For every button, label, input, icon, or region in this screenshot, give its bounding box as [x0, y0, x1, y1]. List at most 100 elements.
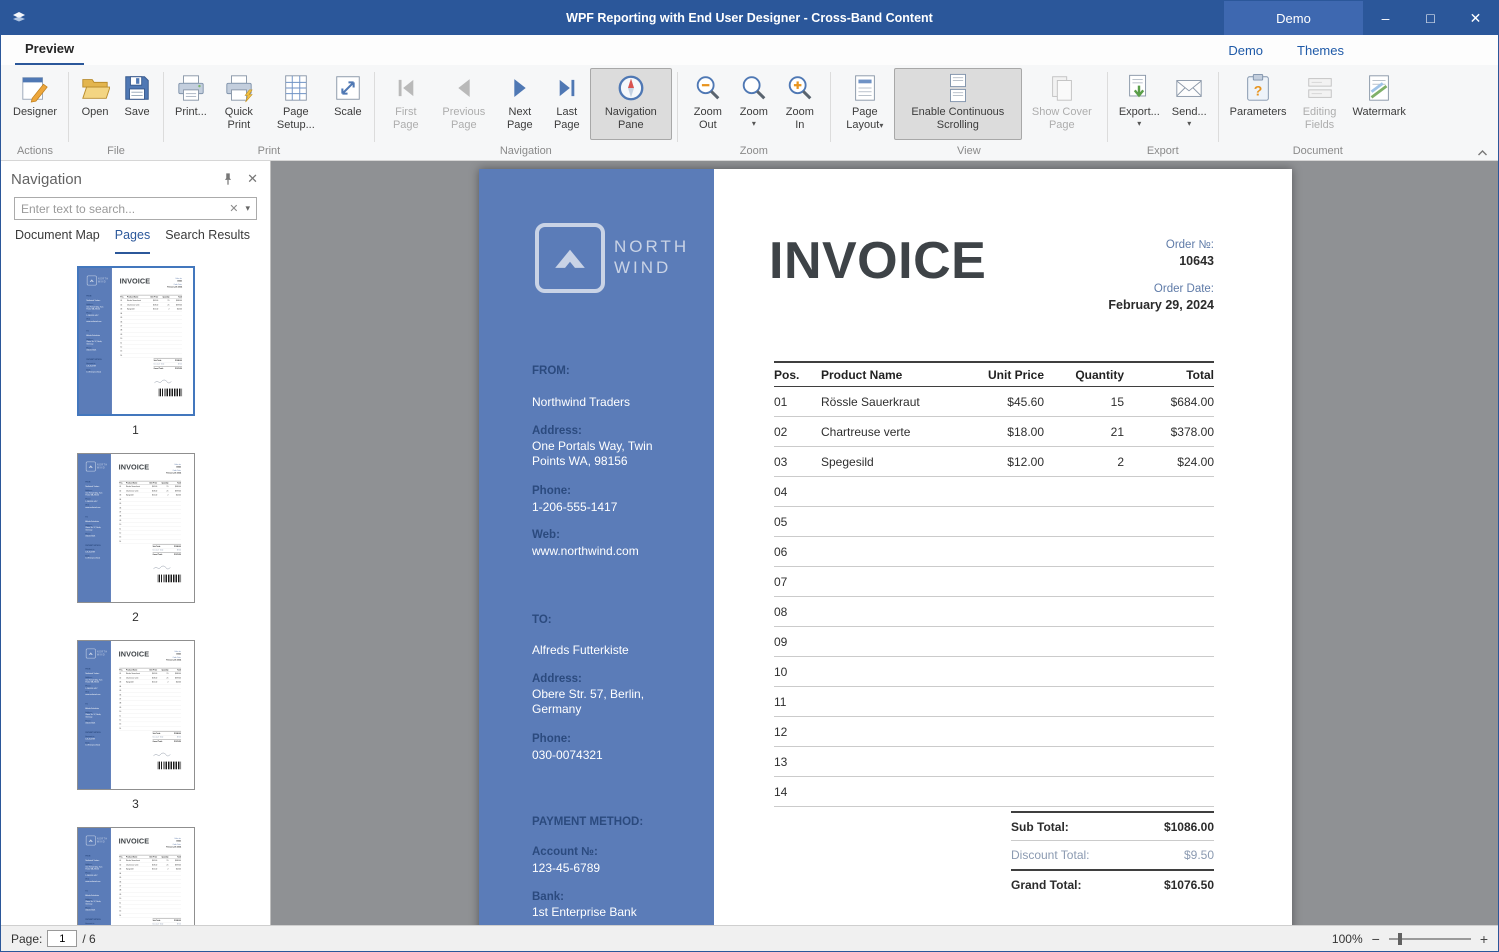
parameters-icon: ?: [1243, 72, 1273, 103]
cell-pos: 03: [118, 681, 121, 683]
close-panel-icon[interactable]: ✕: [247, 171, 258, 187]
page-thumbnail-2[interactable]: NORTH WIND FROM: Northwind Traders Addre…: [76, 453, 195, 603]
show-cover-page-button[interactable]: Show Cover Page: [1022, 68, 1102, 140]
page-setup-button[interactable]: Page Setup...: [265, 68, 327, 140]
order-date-value: February 29, 2024: [166, 286, 182, 289]
invoice-table: Pos. Product Name Unit Price Quantity To…: [118, 667, 181, 731]
quick-print-button[interactable]: Quick Print: [213, 68, 265, 140]
cell-pos: 05: [118, 502, 121, 505]
cell-product-name: Spegesild: [125, 681, 133, 683]
invoice-table-rows: 01 Rössle Sauerkraut $45.60 15 $684.00 0…: [118, 672, 181, 731]
collapse-ribbon-icon[interactable]: [1477, 149, 1488, 157]
link-themes[interactable]: Themes: [1297, 43, 1344, 58]
zoom-out-button[interactable]: Zoom Out: [683, 68, 733, 140]
invoice-totals: Sub Total: $1086.00 Discount Total: $9.5…: [152, 544, 181, 556]
title-bar: WPF Reporting with End User Designer - C…: [1, 1, 1498, 35]
ribbon-group-navigation: First Page Previous Page Next Page Last …: [378, 67, 674, 160]
invoice-sidebar: NORTH WIND FROM: Northwind Traders Addre…: [78, 268, 112, 414]
cell-pos: 11: [119, 341, 122, 344]
zoom-percent: 100%: [1331, 931, 1363, 946]
invoice-table-row: 13: [774, 747, 1214, 777]
cell-pos: 07: [119, 324, 122, 327]
pin-icon[interactable]: [221, 172, 235, 186]
first-page-button[interactable]: First Page: [380, 68, 432, 140]
cell-quantity: 21: [166, 489, 168, 492]
designer-button[interactable]: Designer: [7, 68, 63, 140]
tab-preview[interactable]: Preview: [15, 35, 85, 65]
order-info: Order №: 10643 Order Date: February 29, …: [167, 278, 182, 290]
header-pos: Pos.: [774, 367, 800, 382]
invoice-table-row: 04: [774, 477, 1214, 507]
zoom-dropdown-button[interactable]: Zoom ▾: [733, 68, 775, 140]
zoom-out-slider-button[interactable]: −: [1372, 932, 1380, 946]
cell-product-name: Chartreuse verte: [125, 863, 138, 866]
zoom-out-icon: [693, 72, 723, 103]
bank-name: 1st Enterprise Bank: [84, 557, 100, 560]
tab-pages[interactable]: Pages: [114, 228, 151, 254]
grand-total-row: Grand Total: $1076.50: [1011, 869, 1214, 898]
northwind-logo-icon: [85, 461, 96, 472]
page-thumbnail-3[interactable]: NORTH WIND FROM: Northwind Traders Addre…: [76, 640, 195, 790]
clear-search-icon[interactable]: ✕: [224, 202, 243, 215]
grand-total-value: $1076.50: [1163, 877, 1214, 892]
editing-fields-button[interactable]: Editing Fields: [1293, 68, 1347, 140]
order-info: Order №: 10643 Order Date: February 29, …: [166, 838, 181, 850]
send-button[interactable]: Send... ▾: [1166, 68, 1213, 140]
zoom-slider-thumb[interactable]: [1397, 932, 1402, 945]
previous-page-button[interactable]: Previous Page: [432, 68, 496, 140]
sub-total-label: Sub Total:: [152, 732, 161, 735]
save-button[interactable]: Save: [116, 68, 158, 140]
invoice-table-rows: 01 Rössle Sauerkraut $45.60 15 $684.00 0…: [119, 299, 182, 358]
invoice-sidebar: NORTH WIND FROM: Northwind Traders Addre…: [77, 454, 111, 602]
zoom-in-button[interactable]: Zoom In: [775, 68, 825, 140]
parameters-button[interactable]: ? Parameters: [1224, 68, 1293, 140]
zoom-slider[interactable]: [1388, 932, 1471, 945]
open-button[interactable]: Open: [74, 68, 116, 140]
titlebar-demo-section[interactable]: Demo: [1224, 1, 1363, 35]
search-input[interactable]: [15, 201, 225, 216]
invoice-sidebar: NORTH WIND FROM: Northwind Traders Addre…: [77, 641, 111, 789]
order-no-value: 10643: [176, 279, 182, 282]
maximize-button[interactable]: □: [1408, 1, 1453, 35]
cell-pos: 04: [118, 685, 121, 688]
print-button[interactable]: Print...: [169, 68, 213, 140]
minimize-button[interactable]: –: [1363, 1, 1408, 35]
sub-total-row: Sub Total: $1086.00: [1011, 811, 1214, 840]
from-phone: 1-206-555-1417: [532, 500, 618, 514]
logo-text: NORTH WIND: [96, 463, 107, 470]
tab-document-map[interactable]: Document Map: [15, 228, 100, 254]
order-date-label: Order Date:: [1153, 283, 1214, 295]
page-thumbnail-4[interactable]: NORTH WIND FROM: Northwind Traders Addre…: [76, 827, 195, 925]
header-pos: Pos.: [118, 481, 123, 484]
navigation-pane-button[interactable]: Navigation Pane: [589, 68, 672, 140]
from-phone: 1-206-555-1417: [84, 874, 97, 877]
page-thumbnail-1[interactable]: NORTH WIND FROM: Northwind Traders Addre…: [76, 266, 195, 416]
send-icon: [1174, 72, 1204, 103]
cell-pos: 08: [118, 889, 121, 892]
from-name: Northwind Traders: [84, 859, 99, 862]
search-dropdown-icon[interactable]: ▾: [243, 203, 256, 214]
scale-button[interactable]: Scale: [327, 68, 369, 140]
to-address-label: Address:: [532, 673, 582, 685]
export-button[interactable]: Export... ▾: [1113, 68, 1166, 140]
ribbon-toolbar: Designer Actions Open Save File Print...…: [1, 65, 1498, 161]
cell-unit-price: $45.60: [1007, 394, 1044, 409]
link-demo[interactable]: Demo: [1228, 43, 1263, 58]
continuous-scrolling-button[interactable]: Enable Continuous Scrolling: [893, 68, 1022, 140]
cell-unit-price: $45.60: [151, 859, 157, 862]
close-button[interactable]: ✕: [1453, 1, 1498, 35]
navigation-tabs: Document Map Pages Search Results: [1, 228, 270, 254]
next-page-button[interactable]: Next Page: [496, 68, 544, 140]
cell-total: $24.00: [175, 681, 181, 683]
invoice-table: Pos. Product Name Unit Price Quantity To…: [118, 480, 181, 544]
watermark-button[interactable]: Watermark: [1347, 68, 1412, 140]
tab-search-results[interactable]: Search Results: [165, 228, 250, 254]
last-page-button[interactable]: Last Page: [544, 68, 590, 140]
zoom-in-slider-button[interactable]: +: [1480, 932, 1488, 946]
cell-pos: 07: [118, 697, 121, 700]
page-number-input[interactable]: [47, 930, 78, 947]
cell-quantity: 15: [166, 859, 168, 862]
page-layout-button[interactable]: Page Layout▾: [836, 68, 894, 140]
cell-product-name: Rössle Sauerkraut: [126, 299, 141, 302]
cell-pos: 08: [774, 604, 788, 619]
